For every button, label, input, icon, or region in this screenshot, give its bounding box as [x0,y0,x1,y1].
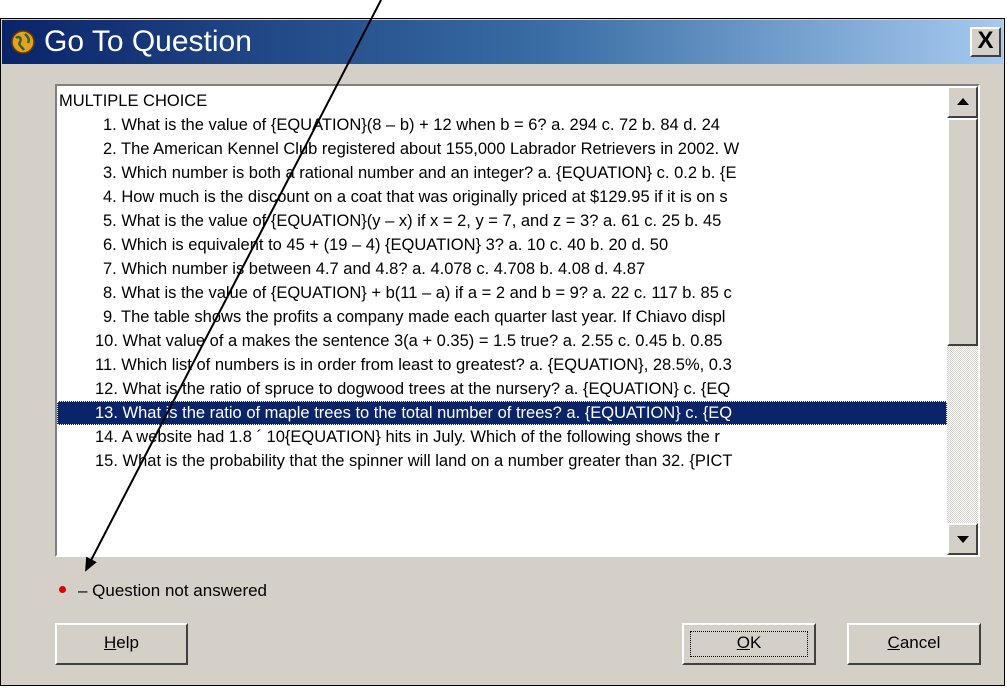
question-list-item[interactable]: 4. How much is the discount on a coat th… [57,185,947,209]
scroll-up-button[interactable] [947,86,978,118]
question-list-item[interactable]: 9. The table shows the profits a company… [57,305,947,329]
ok-mnemonic: O [736,633,750,652]
question-text: 13. What is the ratio of maple trees to … [95,404,733,422]
question-list-item[interactable]: 10. What value of a makes the sentence 3… [57,329,947,353]
cancel-label-rest: ancel [899,633,941,652]
list-section-heading-text: MULTIPLE CHOICE [59,92,208,110]
question-text: 1. What is the value of {EQUATION}(8 – b… [103,116,720,134]
cancel-button[interactable]: Cancel [847,623,981,665]
close-button[interactable]: X [970,27,1001,57]
question-text: 14. A website had 1.8 ´ 10{EQUATION} hit… [95,428,720,446]
app-globe-icon [11,30,35,54]
question-list-item[interactable]: 2. The American Kennel Club registered a… [57,137,947,161]
question-text: 3. Which number is both a rational numbe… [103,164,737,182]
question-list-item[interactable]: 15. What is the probability that the spi… [57,449,947,473]
question-list-item[interactable]: 11. Which list of numbers is in order fr… [57,353,947,377]
title-bar[interactable]: Go To Question X [2,20,1003,64]
question-text: 6. Which is equivalent to 45 + (19 – 4) … [103,236,669,254]
question-text: 12. What is the ratio of spruce to dogwo… [95,380,731,398]
question-text: 15. What is the probability that the spi… [95,452,733,470]
arrow-down-icon [957,536,969,543]
question-list-item[interactable]: 5. What is the value of {EQUATION}(y – x… [57,209,947,233]
question-text: 7. Which number is between 4.7 and 4.8? … [103,260,646,278]
dialog-title: Go To Question [44,25,252,58]
legend-text: – Question not answered [78,581,268,600]
list-section-heading: MULTIPLE CHOICE [57,89,947,113]
question-text: 4. How much is the discount on a coat th… [103,188,728,206]
question-text: 8. What is the value of {EQUATION} + b(1… [103,284,732,302]
help-label-rest: elp [116,633,139,652]
cancel-mnemonic: C [887,633,900,652]
question-list-item[interactable]: 3. Which number is both a rational numbe… [57,161,947,185]
help-mnemonic: H [104,633,117,652]
ok-label-rest: K [749,633,762,652]
vertical-scrollbar[interactable] [947,86,978,555]
question-text: 5. What is the value of {EQUATION}(y – x… [103,212,722,230]
question-text: 11. Which list of numbers is in order fr… [95,356,732,374]
go-to-question-dialog: Go To Question X MULTIPLE CHOICE 1. What … [0,18,1005,686]
question-list[interactable]: MULTIPLE CHOICE 1. What is the value of {… [55,84,980,557]
arrow-up-icon [957,98,969,105]
question-text: 2. The American Kennel Club registered a… [103,140,740,158]
question-list-item[interactable]: 7. Which number is between 4.7 and 4.8? … [57,257,947,281]
question-text: 10. What value of a makes the sentence 3… [95,332,723,350]
question-list-item[interactable]: 13. What is the ratio of maple trees to … [57,401,947,425]
legend: – Question not answered [55,579,267,603]
question-list-item[interactable]: 14. A website had 1.8 ´ 10{EQUATION} hit… [57,425,947,449]
question-list-item[interactable]: 1. What is the value of {EQUATION}(8 – b… [57,113,947,137]
unanswered-dot-icon [59,586,66,594]
question-list-item[interactable]: 8. What is the value of {EQUATION} + b(1… [57,281,947,305]
help-button[interactable]: Help [55,623,188,665]
question-list-item[interactable]: 6. Which is equivalent to 45 + (19 – 4) … [57,233,947,257]
close-icon: X [977,27,994,54]
question-text: 9. The table shows the profits a company… [103,308,726,326]
scroll-down-button[interactable] [947,523,978,555]
question-list-items: MULTIPLE CHOICE 1. What is the value of {… [57,86,947,555]
scroll-thumb[interactable] [947,118,978,346]
ok-button[interactable]: OK [682,623,816,665]
question-list-item[interactable]: 12. What is the ratio of spruce to dogwo… [57,377,947,401]
